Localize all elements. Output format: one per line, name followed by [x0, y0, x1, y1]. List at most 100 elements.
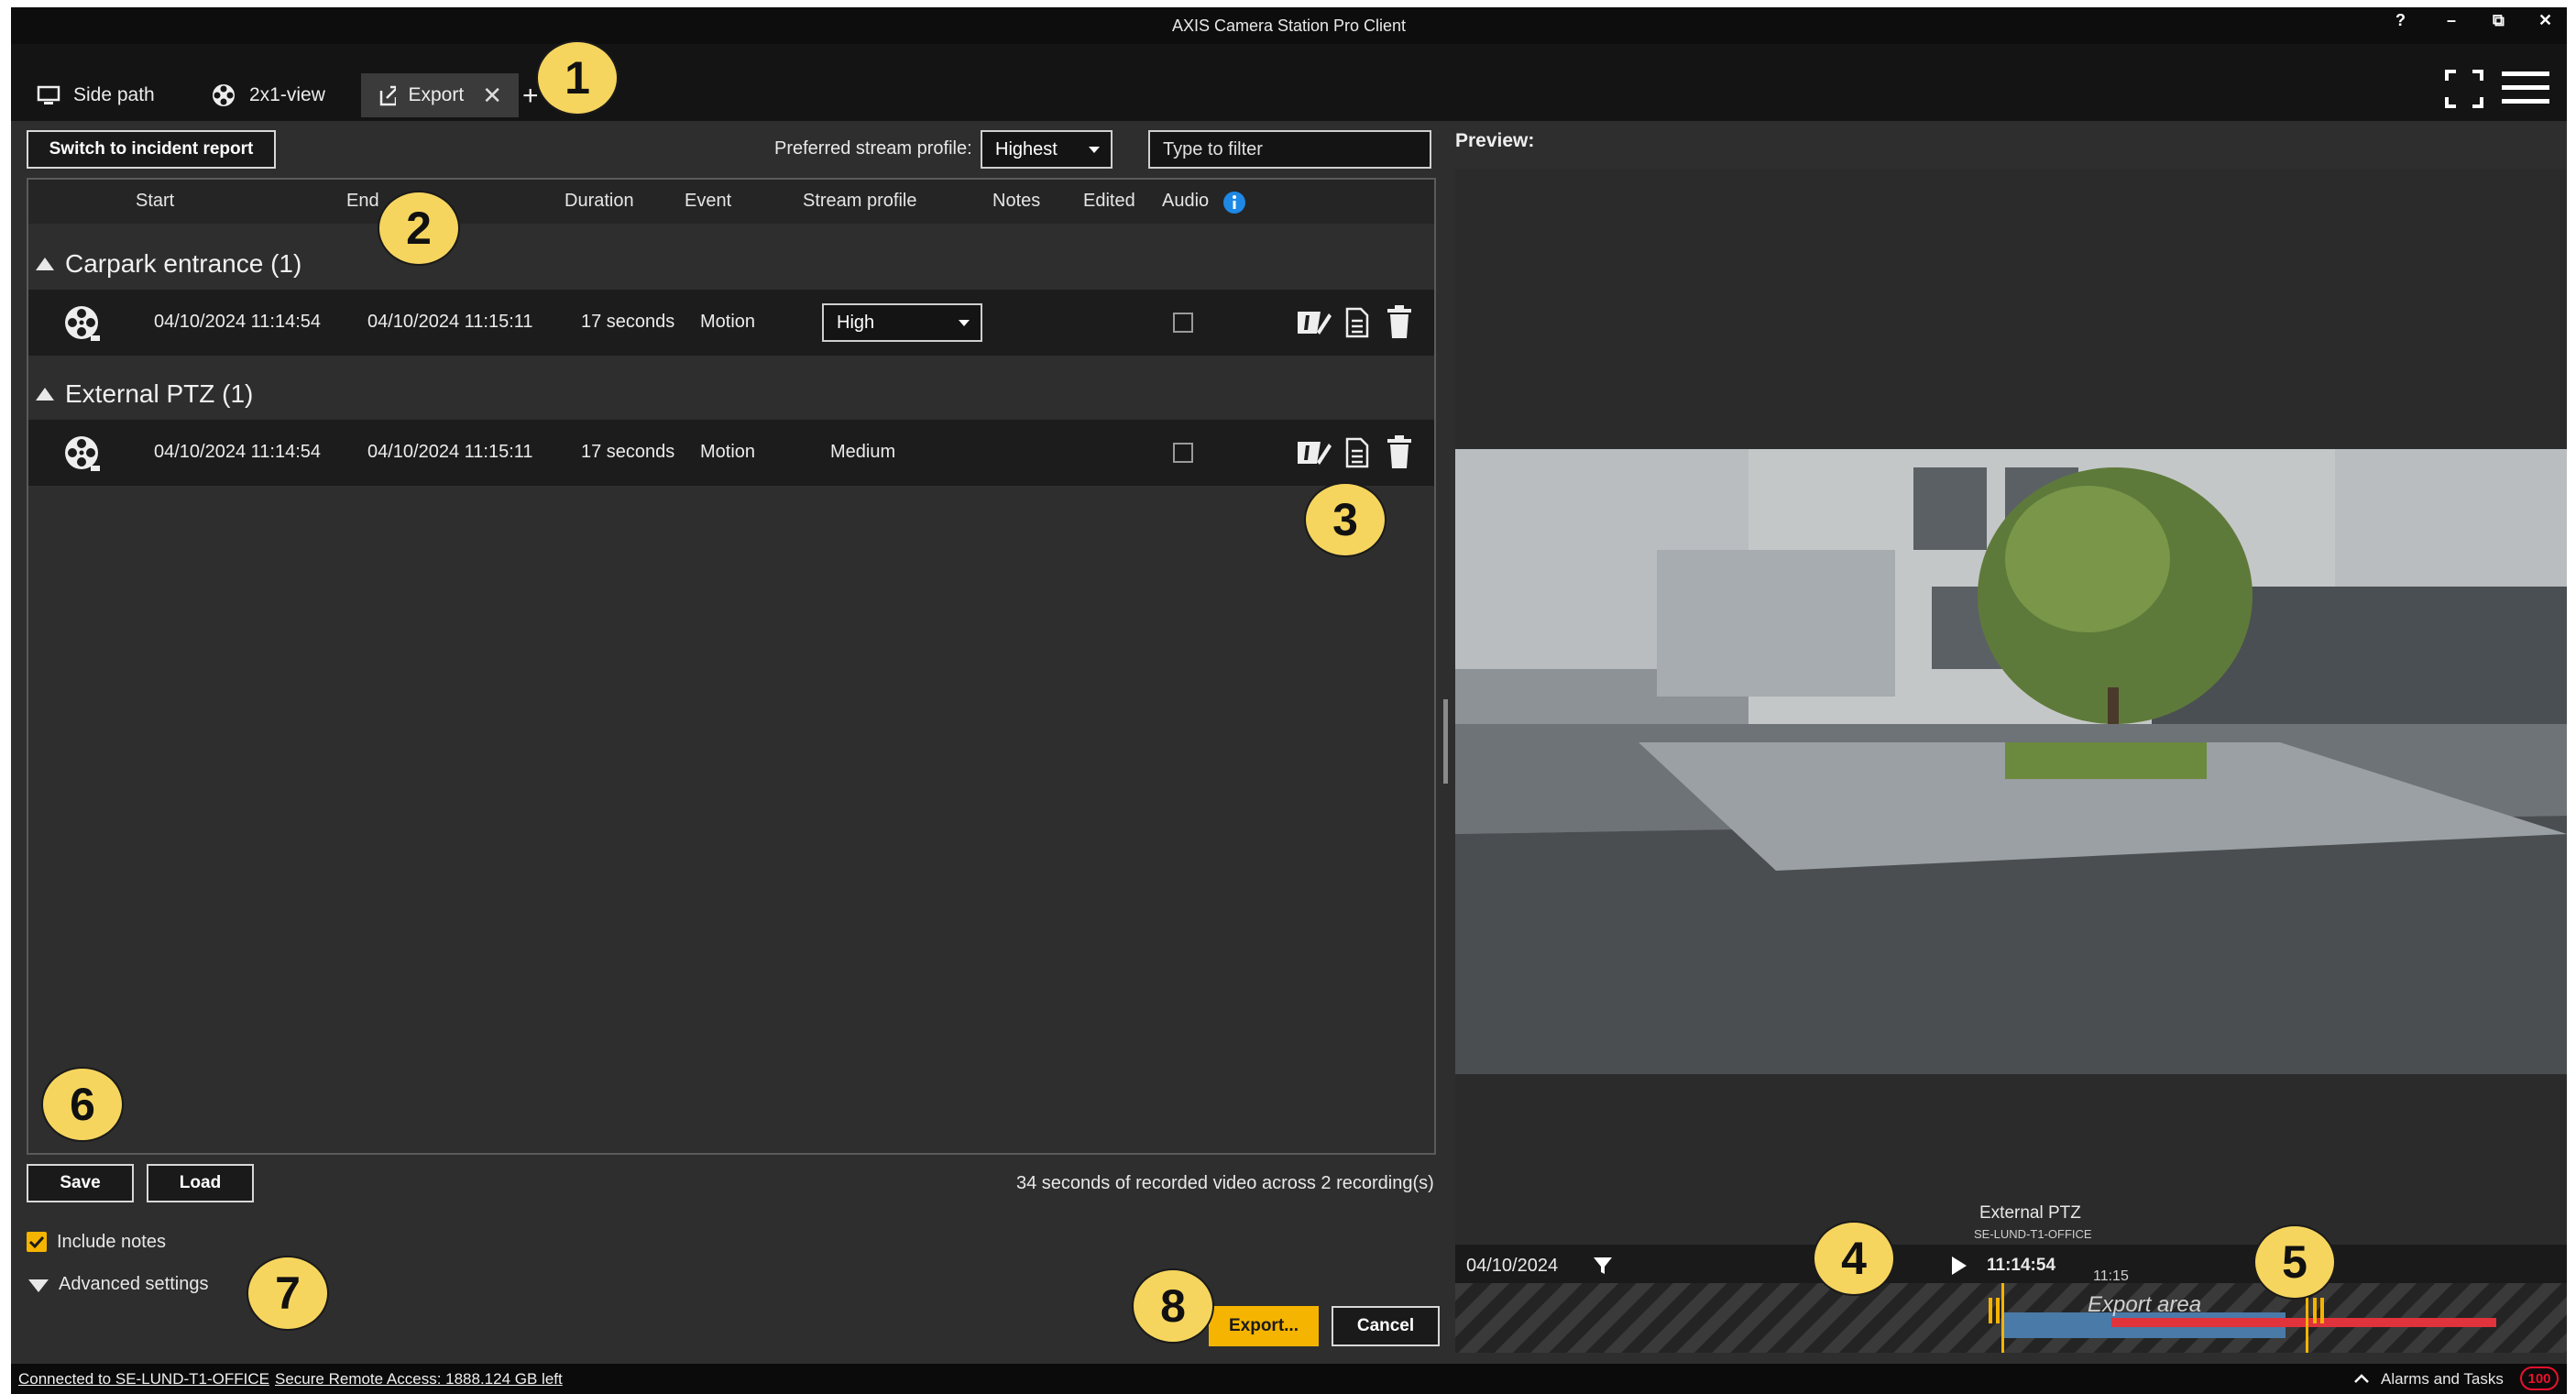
connection-link[interactable]: Connected to SE-LUND-T1-OFFICE [18, 1370, 269, 1389]
timeline-time: 11:14:54 [1987, 1256, 2056, 1275]
close-tab-icon[interactable]: ✕ [482, 82, 502, 110]
callout-badge: 2 [378, 191, 460, 266]
film-reel-icon [213, 84, 235, 106]
include-notes-checkbox[interactable] [27, 1232, 47, 1252]
export-area-label: Export area [2088, 1292, 2202, 1317]
save-button[interactable]: Save [27, 1164, 134, 1202]
column-header-edited[interactable]: Edited [1083, 191, 1135, 212]
collapse-icon [36, 258, 54, 270]
recording-summary: 34 seconds of recorded video across 2 re… [1016, 1173, 1434, 1193]
tab-bar: Side path 2x1-view Export ✕ + [11, 44, 2567, 121]
cell-event: Motion [700, 312, 756, 332]
end-handle-grip [2320, 1298, 2324, 1323]
column-header-event[interactable]: Event [685, 191, 731, 212]
table-row[interactable]: 04/10/2024 11:14:54 04/10/2024 11:15:11 … [28, 290, 1434, 356]
edit-video-icon[interactable] [1295, 306, 1332, 339]
play-icon[interactable] [1950, 1256, 1968, 1276]
title-bar: AXIS Camera Station Pro Client ? – ⧉ ✕ [11, 7, 2567, 44]
advanced-settings-toggle[interactable]: Advanced settings [59, 1274, 208, 1295]
export-button[interactable]: Export... [1209, 1306, 1319, 1346]
camera-name: External PTZ [1979, 1203, 2081, 1223]
fullscreen-icon[interactable] [2443, 68, 2485, 110]
group-header-external-ptz[interactable]: External PTZ (1) [36, 379, 253, 409]
monitor-icon [37, 85, 60, 104]
start-handle[interactable] [1989, 1298, 1992, 1323]
export-area-bar[interactable] [2111, 1318, 2496, 1327]
delete-icon[interactable] [1387, 434, 1412, 469]
tab-label: Export [408, 84, 465, 105]
callout-badge: 1 [536, 40, 619, 115]
table-row[interactable]: 04/10/2024 11:14:54 04/10/2024 11:15:11 … [28, 420, 1434, 486]
splitter-handle[interactable] [1443, 699, 1448, 784]
preferred-stream-profile-select[interactable]: Highest [981, 130, 1113, 169]
callout-badge: 5 [2253, 1224, 2336, 1300]
group-header-carpark-entrance[interactable]: Carpark entrance (1) [36, 249, 301, 279]
callout-badge: 8 [1132, 1268, 1214, 1344]
notes-icon[interactable] [1344, 306, 1370, 339]
cell-start: 04/10/2024 11:14:54 [154, 442, 322, 462]
end-handle[interactable] [2313, 1298, 2317, 1323]
filter-input[interactable]: Type to filter [1148, 130, 1431, 169]
group-title: Carpark entrance (1) [65, 249, 302, 278]
restore-button[interactable]: ⧉ [2493, 11, 2505, 30]
callout-badge: 3 [1304, 482, 1387, 557]
alarms-and-tasks-label[interactable]: Alarms and Tasks [2381, 1370, 2504, 1389]
chevron-up-icon[interactable] [2353, 1373, 2370, 1384]
table-header: Start End Duration Event Stream profile … [28, 180, 1434, 224]
tab-label: Side path [73, 84, 155, 105]
edit-video-icon[interactable] [1295, 436, 1332, 469]
checkmark-icon [28, 1235, 45, 1249]
timeline-tick: 11:15 [2093, 1268, 2129, 1284]
stream-profile-label: Preferred stream profile: [774, 138, 972, 159]
selected-value: High [837, 312, 875, 333]
callout-badge: 6 [41, 1067, 124, 1142]
close-window-button[interactable]: ✕ [2538, 11, 2552, 30]
column-header-start[interactable]: Start [136, 191, 174, 212]
filter-icon[interactable] [1593, 1256, 1613, 1276]
audio-checkbox[interactable] [1173, 443, 1193, 463]
start-handle-grip [1996, 1298, 2000, 1323]
film-reel-icon [65, 306, 100, 341]
chevron-down-icon [1089, 147, 1100, 153]
info-icon[interactable] [1222, 191, 1246, 214]
help-button[interactable]: ? [2395, 11, 2406, 30]
callout-badge: 7 [247, 1256, 329, 1331]
load-button[interactable]: Load [147, 1164, 254, 1202]
menu-icon[interactable] [2502, 70, 2549, 106]
status-bar: Connected to SE-LUND-T1-OFFICE Secure Re… [11, 1364, 2567, 1394]
cell-stream-profile: Medium [830, 442, 896, 462]
export-icon [379, 85, 396, 106]
tab-export[interactable]: Export ✕ [361, 73, 519, 117]
switch-to-incident-report-button[interactable]: Switch to incident report [27, 130, 276, 169]
start-marker[interactable] [2001, 1283, 2004, 1353]
preview-label: Preview: [1455, 130, 1535, 151]
minimize-button[interactable]: – [2447, 11, 2456, 30]
column-header-stream-profile[interactable]: Stream profile [803, 191, 917, 212]
include-notes-label[interactable]: Include notes [57, 1232, 166, 1253]
camera-server: SE-LUND-T1-OFFICE [1974, 1227, 2092, 1241]
cell-start: 04/10/2024 11:14:54 [154, 312, 322, 332]
notes-icon[interactable] [1344, 436, 1370, 469]
group-title: External PTZ (1) [65, 379, 254, 408]
timeline-track[interactable]: 11:15 Export area [1455, 1268, 2567, 1353]
timeline[interactable]: 04/10/2024 11:14:54 11:15 Export area [1455, 1245, 2567, 1353]
alarm-count-badge[interactable]: 100 [2520, 1367, 2559, 1390]
remote-access-link[interactable]: Secure Remote Access: 1888.124 GB left [275, 1370, 563, 1389]
selected-value: Highest [995, 138, 1058, 159]
column-header-notes[interactable]: Notes [992, 191, 1040, 212]
callout-badge: 4 [1813, 1221, 1895, 1296]
camera-scene [1455, 449, 2567, 1074]
tab-side-path[interactable]: Side path [20, 73, 171, 117]
cancel-button[interactable]: Cancel [1332, 1306, 1440, 1346]
tab-label: 2x1-view [249, 84, 325, 105]
column-header-end[interactable]: End [346, 191, 379, 212]
audio-checkbox[interactable] [1173, 313, 1193, 333]
delete-icon[interactable] [1387, 304, 1412, 339]
cell-duration: 17 seconds [581, 442, 675, 462]
column-header-duration[interactable]: Duration [565, 191, 634, 212]
cell-duration: 17 seconds [581, 312, 675, 332]
tab-2x1-view[interactable]: 2x1-view [194, 73, 342, 117]
expand-icon[interactable] [28, 1279, 49, 1292]
stream-profile-select[interactable]: High [822, 303, 982, 342]
column-header-audio[interactable]: Audio [1162, 191, 1209, 212]
